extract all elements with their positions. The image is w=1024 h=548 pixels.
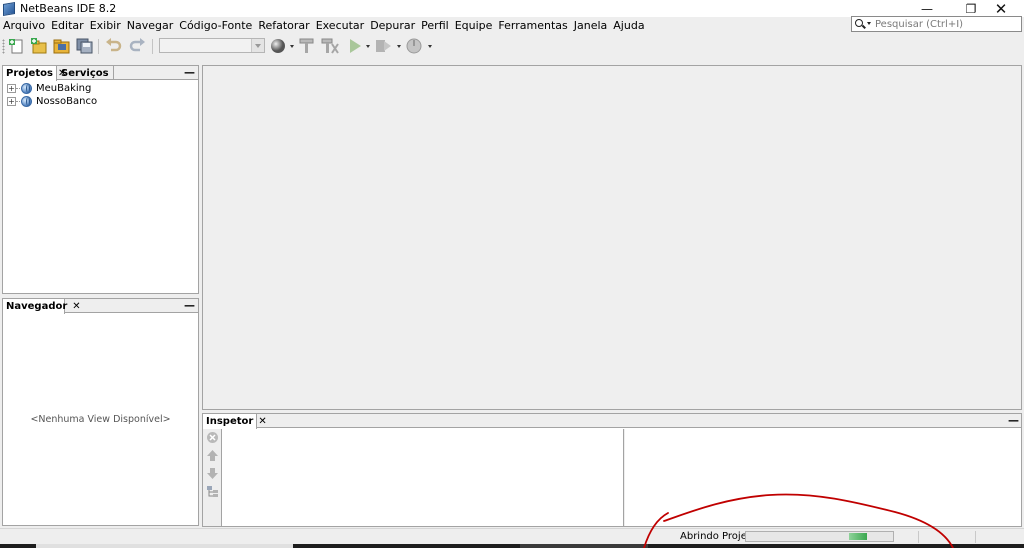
web-project-icon [21, 83, 32, 94]
status-separator [975, 531, 976, 543]
save-all-icon[interactable] [76, 38, 94, 54]
expand-icon[interactable]: + [7, 97, 16, 106]
toolbar-separator [152, 39, 153, 54]
inspector-splitter[interactable] [623, 429, 625, 526]
window-title: NetBeans IDE 8.2 [20, 2, 117, 15]
menu-exibir[interactable]: Exibir [87, 19, 124, 32]
chevron-down-icon[interactable] [397, 45, 401, 48]
undo-icon[interactable] [105, 38, 123, 54]
tab-inspetor[interactable]: Inspetor ✕ [203, 414, 267, 429]
tab-servicos[interactable]: Serviços [58, 66, 114, 80]
inspector-panel: Inspetor ✕ — [202, 413, 1022, 527]
new-file-icon[interactable] [8, 38, 26, 54]
status-bar: Abrindo Projetos [0, 528, 1024, 544]
projects-panel: Projetos ✕ Serviços — + MeuBaking + Noss… [2, 65, 199, 294]
inspector-toolbar [203, 429, 222, 526]
chevron-down-icon[interactable] [251, 39, 264, 52]
progress-fill [849, 533, 867, 540]
editor-area[interactable] [202, 65, 1022, 410]
tree-structure-icon[interactable] [206, 485, 219, 498]
tree-item-label: NossoBanco [36, 96, 98, 107]
tree-item-label: MeuBaking [36, 83, 92, 94]
close-icon[interactable]: ✕ [258, 416, 266, 427]
menu-janela[interactable]: Janela [571, 19, 611, 32]
tree-item-meubaking[interactable]: + MeuBaking [7, 82, 91, 95]
build-globe-icon[interactable] [270, 38, 288, 54]
close-icon[interactable]: ✕ [72, 301, 80, 312]
projects-tabstrip: Projetos ✕ Serviços — [3, 66, 198, 81]
clean-build-icon[interactable] [321, 38, 339, 54]
progress-bar[interactable] [745, 531, 894, 542]
expand-icon[interactable]: + [7, 84, 16, 93]
move-down-icon[interactable] [206, 467, 219, 480]
run-icon[interactable] [346, 38, 364, 54]
debug-icon[interactable] [375, 38, 393, 54]
inspector-tabstrip: Inspetor ✕ — [203, 414, 1021, 429]
taskbar-strip [0, 544, 1024, 548]
menu-perfil[interactable]: Perfil [418, 19, 452, 32]
menu-ferramentas[interactable]: Ferramentas [495, 19, 570, 32]
tab-projetos[interactable]: Projetos ✕ [3, 66, 66, 81]
search-icon[interactable] [854, 17, 872, 31]
menu-codigo-fonte[interactable]: Código-Fonte [176, 19, 255, 32]
minimize-panel-button[interactable]: — [1008, 415, 1019, 427]
main-toolbar [0, 35, 1024, 58]
menu-navegar[interactable]: Navegar [124, 19, 177, 32]
tab-label: Serviços [61, 67, 109, 79]
hammer-icon[interactable] [298, 38, 316, 54]
menu-depurar[interactable]: Depurar [367, 19, 418, 32]
project-config-dropdown[interactable] [159, 38, 265, 53]
title-bar: NetBeans IDE 8.2 — ❐ ✕ [0, 0, 1024, 18]
tab-label: Inspetor [206, 416, 254, 427]
redo-icon[interactable] [128, 38, 146, 54]
search-input[interactable]: Pesquisar (Ctrl+I) [851, 16, 1022, 32]
close-circle-icon[interactable] [206, 431, 219, 444]
web-project-icon [21, 96, 32, 107]
chevron-down-icon[interactable] [366, 45, 370, 48]
tab-label: Navegador [6, 301, 68, 312]
profile-icon[interactable] [405, 38, 423, 54]
menu-editar[interactable]: Editar [48, 19, 87, 32]
toolbar-grip-icon[interactable] [2, 39, 5, 54]
menu-equipe[interactable]: Equipe [452, 19, 496, 32]
navigator-tabstrip: Navegador ✕ — [3, 299, 198, 314]
minimize-panel-button[interactable]: — [184, 67, 195, 79]
move-up-icon[interactable] [206, 449, 219, 462]
tab-label: Projetos [6, 68, 53, 79]
netbeans-cube-icon [3, 1, 15, 16]
minimize-panel-button[interactable]: — [184, 300, 195, 312]
open-project-icon[interactable] [53, 38, 71, 54]
toolbar-separator [98, 39, 99, 54]
status-separator [918, 531, 919, 543]
menu-ajuda[interactable]: Ajuda [610, 19, 647, 32]
menu-executar[interactable]: Executar [313, 19, 368, 32]
chevron-down-icon[interactable] [428, 45, 432, 48]
empty-view-message: <Nenhuma View Disponível> [30, 414, 171, 425]
minimize-button[interactable]: — [904, 0, 950, 17]
new-project-icon[interactable] [30, 38, 48, 54]
menu-arquivo[interactable]: Arquivo [0, 19, 48, 32]
chevron-down-icon[interactable] [290, 45, 294, 48]
close-window-button[interactable]: ✕ [978, 0, 1024, 18]
menu-refatorar[interactable]: Refatorar [255, 19, 312, 32]
search-placeholder: Pesquisar (Ctrl+I) [875, 18, 964, 30]
tab-navegador[interactable]: Navegador ✕ [3, 299, 81, 314]
navigator-panel: Navegador ✕ — <Nenhuma View Disponível> [2, 298, 199, 526]
tree-item-nossobanco[interactable]: + NossoBanco [7, 95, 97, 108]
